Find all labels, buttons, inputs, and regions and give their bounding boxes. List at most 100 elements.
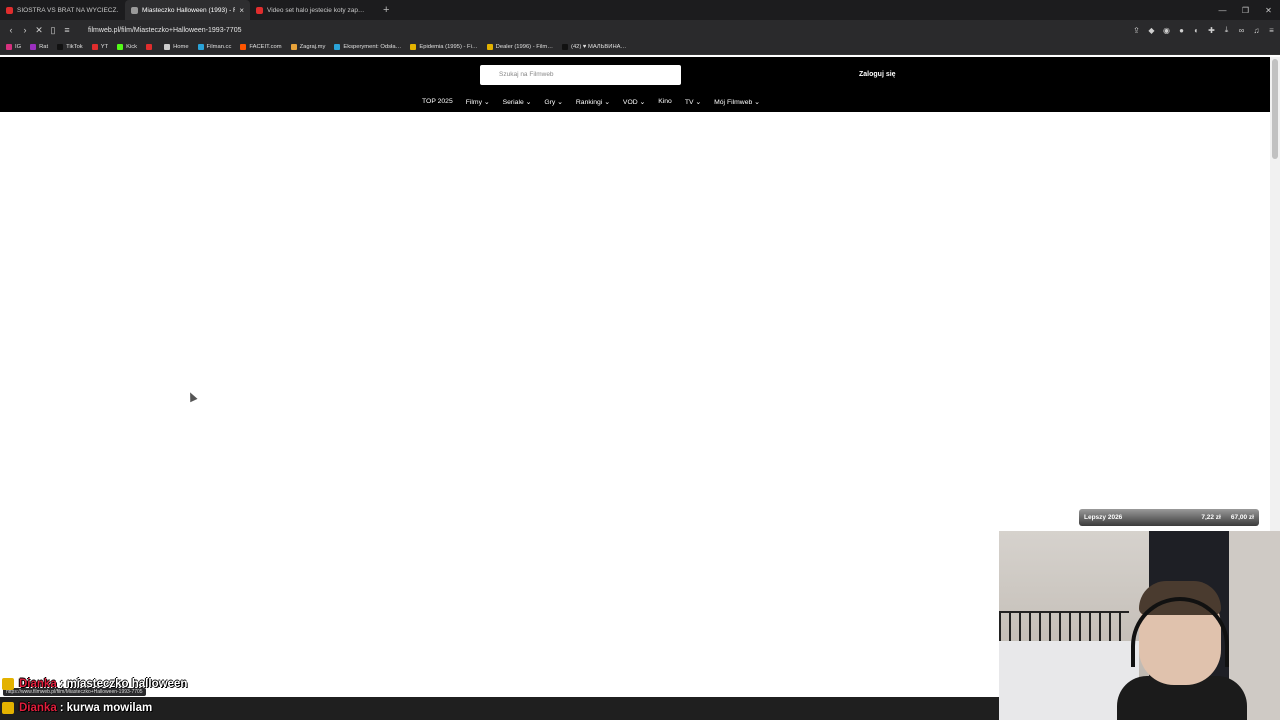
chat-badge-icon xyxy=(2,702,14,714)
chat-separator: : xyxy=(59,702,64,714)
site-header: Szukaj na Filmweb Zaloguj się TOP 2025 F… xyxy=(0,57,1270,112)
chat-message: Dianka : miasteczko halloween xyxy=(2,676,212,692)
nav-item-gry[interactable]: Gry ⌄ xyxy=(544,98,563,106)
close-tab-icon[interactable]: × xyxy=(239,6,244,15)
bookmark-label: Eksperyment: Odsła… xyxy=(343,44,402,50)
bookmark-favicon-icon xyxy=(410,44,417,50)
bookmark-icon[interactable]: ▯ xyxy=(46,25,60,36)
chat-username: Dianka xyxy=(19,678,57,690)
bookmark-favicon-icon xyxy=(240,44,247,50)
price-widget-price: 7,22 zł xyxy=(1201,514,1221,521)
bookmark-item[interactable]: Dealer (1996) - Film… xyxy=(486,44,554,50)
bookmark-item[interactable]: Home xyxy=(164,44,189,50)
tab-title: Miasteczko Halloween (1993) - F xyxy=(142,6,236,14)
url-field[interactable]: filmweb.pl/film/Miasteczko+Halloween-199… xyxy=(88,27,242,34)
nav-item-filmy[interactable]: Filmy ⌄ xyxy=(466,98,490,106)
bookmark-favicon-icon xyxy=(91,44,98,50)
chat-text: kurwa mowilam xyxy=(66,702,153,714)
bookmark-favicon-icon xyxy=(6,44,12,50)
bookmark-item[interactable]: YT xyxy=(91,44,109,50)
price-widget-name: Lepszy 2026 xyxy=(1084,514,1123,521)
nav-item-rankingi[interactable]: Rankingi ⌄ xyxy=(576,98,610,106)
tab-title: SIOSTRA VS BRAT NA WYCIECZ… xyxy=(17,6,119,14)
bookmark-label: Home xyxy=(173,44,189,50)
nav-item-vod[interactable]: VOD ⌄ xyxy=(623,98,645,106)
bookmark-item[interactable]: TikTok xyxy=(57,44,83,50)
tab-strip: SIOSTRA VS BRAT NA WYCIECZ… Miasteczko H… xyxy=(0,0,1280,20)
back-icon[interactable]: ‹ xyxy=(4,25,18,35)
chat-separator: : xyxy=(59,678,64,690)
nav-item-moj-filmweb[interactable]: Mój Filmweb ⌄ xyxy=(714,98,760,106)
extension-icon[interactable]: ● xyxy=(1177,26,1186,35)
bookmark-label: YT xyxy=(100,44,109,50)
bookmark-item[interactable]: FACEIT.com xyxy=(240,44,282,50)
window-controls: — ❐ ✕ xyxy=(1211,0,1280,20)
menu-icon[interactable]: ≡ xyxy=(1267,26,1276,35)
bookmark-item[interactable]: Zagraj.my xyxy=(290,44,326,50)
bookmark-favicon-icon xyxy=(334,44,341,50)
chat-badge-icon xyxy=(2,678,14,690)
search-input[interactable]: Szukaj na Filmweb xyxy=(480,65,681,85)
bookmark-label: Filman.cc xyxy=(206,44,232,50)
site-info-icon[interactable]: ≡ xyxy=(60,25,74,35)
share-icon[interactable]: ⇪ xyxy=(1132,26,1141,35)
bookmark-favicon-icon xyxy=(30,44,37,50)
bookmark-favicon-icon xyxy=(146,44,153,50)
close-window-icon[interactable]: ✕ xyxy=(1257,6,1280,15)
bookmark-label: FACEIT.com xyxy=(249,44,282,50)
bookmark-item[interactable]: Epidemia (1995) - Fi… xyxy=(410,44,478,50)
bookmark-item[interactable]: IG xyxy=(6,44,21,50)
extension-icon[interactable]: ◐ xyxy=(1192,26,1201,35)
nav-item-tv[interactable]: TV ⌄ xyxy=(685,98,701,106)
filmweb-icon xyxy=(131,6,138,14)
bookmark-item[interactable]: (42) ♥ МАЛЬВИНА… xyxy=(562,44,626,50)
nav-item-seriale[interactable]: Seriale ⌄ xyxy=(503,98,532,106)
login-button[interactable]: Zaloguj się xyxy=(859,71,896,78)
chat-message: Dianka : kurwa mowilam xyxy=(2,700,212,716)
bookmark-label: Dealer (1996) - Film… xyxy=(495,44,554,50)
bookmark-favicon-icon xyxy=(164,44,171,50)
link-icon[interactable]: ∞ xyxy=(1237,26,1246,35)
bookmark-favicon-icon xyxy=(290,44,297,50)
bookmark-item[interactable] xyxy=(146,44,155,50)
youtube-icon xyxy=(256,6,263,14)
chat-text: miasteczko halloween xyxy=(66,678,188,690)
bookmark-item[interactable]: Eksperyment: Odsła… xyxy=(334,44,401,50)
music-icon[interactable]: ♫ xyxy=(1252,26,1261,35)
toolbar-icons: ⇪ ◆ ◉ ● ◐ ✚ ⤓ ∞ ♫ ≡ xyxy=(1132,20,1276,40)
puzzle-icon[interactable]: ✚ xyxy=(1207,26,1216,35)
bookmark-label: TikTok xyxy=(66,44,83,50)
nav-item-kino[interactable]: Kino xyxy=(658,98,672,106)
reload-stop-icon[interactable]: ✕ xyxy=(32,25,46,36)
bookmark-label: (42) ♥ МАЛЬВИНА… xyxy=(571,44,627,50)
bookmark-favicon-icon xyxy=(117,44,124,50)
browser-tab[interactable]: Video set halo jestecie koty zap… xyxy=(250,0,375,20)
bookmark-favicon-icon xyxy=(486,44,493,50)
shield-icon[interactable]: ◆ xyxy=(1147,26,1156,35)
tab-title: Video set halo jestecie koty zap… xyxy=(267,6,365,14)
webcam-feed xyxy=(999,531,1280,720)
youtube-icon xyxy=(6,6,13,14)
bookmarks-bar: IG Rat TikTok YT Kick Home Filman.cc FACEIT.com… xyxy=(0,40,1280,55)
nav-item-top-2025[interactable]: TOP 2025 xyxy=(422,98,453,106)
bookmark-favicon-icon xyxy=(197,44,204,50)
bookmark-label: Kick xyxy=(126,44,138,50)
bookmark-favicon-icon xyxy=(562,44,569,50)
bookmark-item[interactable]: Rat xyxy=(30,44,48,50)
bookmark-item[interactable]: Filman.cc xyxy=(197,44,232,50)
scrollbar-thumb[interactable] xyxy=(1272,59,1278,159)
bookmark-label: Zagraj.my xyxy=(299,44,326,50)
forward-icon[interactable]: › xyxy=(18,25,32,35)
new-tab-icon[interactable]: + xyxy=(375,4,397,16)
download-icon[interactable]: ⤓ xyxy=(1222,25,1231,35)
chat-username: Dianka xyxy=(19,702,57,714)
bookmark-label: Rat xyxy=(39,44,49,50)
bookmark-item[interactable]: Kick xyxy=(117,44,137,50)
browser-tab[interactable]: SIOSTRA VS BRAT NA WYCIECZ… xyxy=(0,0,125,20)
browser-tab-active[interactable]: Miasteczko Halloween (1993) - F × xyxy=(125,0,250,20)
bookmark-favicon-icon xyxy=(57,44,64,50)
main-nav: TOP 2025 Filmy ⌄ Seriale ⌄ Gry ⌄ Ranking… xyxy=(422,98,760,106)
maximize-icon[interactable]: ❐ xyxy=(1234,6,1257,15)
minimize-icon[interactable]: — xyxy=(1211,6,1234,15)
speaker-icon[interactable]: ◉ xyxy=(1162,26,1171,35)
